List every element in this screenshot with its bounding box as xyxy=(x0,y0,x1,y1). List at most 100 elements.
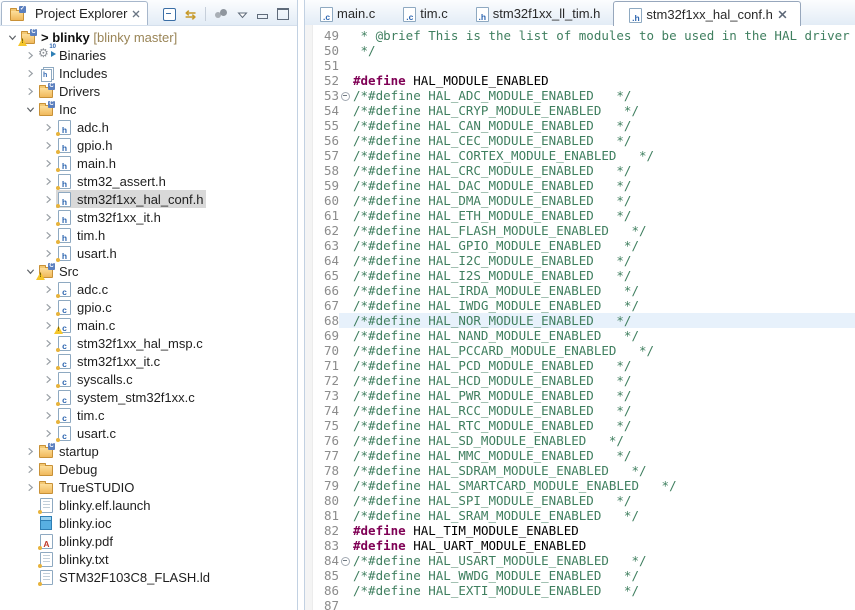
tree-item[interactable]: htim.h xyxy=(0,226,297,244)
fold-minus-icon[interactable] xyxy=(341,92,350,101)
tree-item[interactable]: Cstartup xyxy=(0,442,297,460)
chevron-down-icon[interactable] xyxy=(4,33,20,42)
code-line[interactable]: 51 xyxy=(313,58,855,73)
code-line[interactable]: 87 xyxy=(313,598,855,610)
chevron-right-icon[interactable] xyxy=(22,465,38,474)
fold-minus-icon[interactable] xyxy=(341,557,350,566)
code-line[interactable]: 76/*#define HAL_SD_MODULE_ENABLED */ xyxy=(313,433,855,448)
tree-item[interactable]: csystem_stm32f1xx.c xyxy=(0,388,297,406)
chevron-right-icon[interactable] xyxy=(40,303,56,312)
chevron-right-icon[interactable] xyxy=(40,195,56,204)
code-line[interactable]: 59/*#define HAL_DAC_MODULE_ENABLED */ xyxy=(313,178,855,193)
chevron-down-icon[interactable] xyxy=(22,267,38,276)
code-line[interactable]: 49 * @brief This is the list of modules … xyxy=(313,28,855,43)
code-line[interactable]: 64/*#define HAL_I2C_MODULE_ENABLED */ xyxy=(313,253,855,268)
code-line[interactable]: 75/*#define HAL_RTC_MODULE_ENABLED */ xyxy=(313,418,855,433)
code-line[interactable]: 83#define HAL_UART_MODULE_ENABLED xyxy=(313,538,855,553)
tree-item[interactable]: cstm32f1xx_hal_msp.c xyxy=(0,334,297,352)
chevron-right-icon[interactable] xyxy=(40,213,56,222)
chevron-right-icon[interactable] xyxy=(40,339,56,348)
chevron-down-icon[interactable] xyxy=(22,105,38,114)
tree-item[interactable]: blinky.txt xyxy=(0,550,297,568)
code-line[interactable]: 74/*#define HAL_RCC_MODULE_ENABLED */ xyxy=(313,403,855,418)
code-line[interactable]: 63/*#define HAL_GPIO_MODULE_ENABLED */ xyxy=(313,238,855,253)
code-line[interactable]: 58/*#define HAL_CRC_MODULE_ENABLED */ xyxy=(313,163,855,178)
chevron-right-icon[interactable] xyxy=(40,231,56,240)
tree-item[interactable]: ⚙10Binaries xyxy=(0,46,297,64)
tree-item[interactable]: cmain.c xyxy=(0,316,297,334)
chevron-right-icon[interactable] xyxy=(22,483,38,492)
code-line[interactable]: 78/*#define HAL_SDRAM_MODULE_ENABLED */ xyxy=(313,463,855,478)
tree-item[interactable]: CDrivers xyxy=(0,82,297,100)
chevron-right-icon[interactable] xyxy=(40,177,56,186)
project-explorer-tab[interactable]: ✓ Project Explorer xyxy=(1,1,148,25)
tree-item[interactable]: blinky.elf.launch xyxy=(0,496,297,514)
close-icon[interactable] xyxy=(778,10,787,19)
code-line[interactable]: 60/*#define HAL_DMA_MODULE_ENABLED */ xyxy=(313,193,855,208)
tree-item[interactable]: cstm32f1xx_it.c xyxy=(0,352,297,370)
tree-item[interactable]: CSrc xyxy=(0,262,297,280)
code-line[interactable]: 57/*#define HAL_CORTEX_MODULE_ENABLED */ xyxy=(313,148,855,163)
code-line[interactable]: 54/*#define HAL_CRYP_MODULE_ENABLED */ xyxy=(313,103,855,118)
chevron-right-icon[interactable] xyxy=(40,429,56,438)
tree-item[interactable]: STM32F103C8_FLASH.ld xyxy=(0,568,297,586)
code-line[interactable]: 62/*#define HAL_FLASH_MODULE_ENABLED */ xyxy=(313,223,855,238)
code-line[interactable]: 53/*#define HAL_ADC_MODULE_ENABLED */ xyxy=(313,88,855,103)
chevron-right-icon[interactable] xyxy=(40,285,56,294)
code-line[interactable]: 86/*#define HAL_EXTI_MODULE_ENABLED */ xyxy=(313,583,855,598)
tree-item[interactable]: TrueSTUDIO xyxy=(0,478,297,496)
chevron-right-icon[interactable] xyxy=(40,249,56,258)
code-line[interactable]: 61/*#define HAL_ETH_MODULE_ENABLED */ xyxy=(313,208,855,223)
code-line[interactable]: 80/*#define HAL_SPI_MODULE_ENABLED */ xyxy=(313,493,855,508)
code-line[interactable]: 82#define HAL_TIM_MODULE_ENABLED xyxy=(313,523,855,538)
tree-item[interactable]: csyscalls.c xyxy=(0,370,297,388)
tree-item[interactable]: blinky.ioc xyxy=(0,514,297,532)
tree-item[interactable]: husart.h xyxy=(0,244,297,262)
code-line[interactable]: 50 */ xyxy=(313,43,855,58)
tree-item[interactable]: hstm32f1xx_hal_conf.h xyxy=(0,190,297,208)
chevron-right-icon[interactable] xyxy=(40,321,56,330)
chevron-right-icon[interactable] xyxy=(40,357,56,366)
tree-item[interactable]: cadc.c xyxy=(0,280,297,298)
annotation-ruler[interactable] xyxy=(305,25,313,610)
chevron-right-icon[interactable] xyxy=(40,123,56,132)
code-line[interactable]: 72/*#define HAL_HCD_MODULE_ENABLED */ xyxy=(313,373,855,388)
chevron-right-icon[interactable] xyxy=(22,69,38,78)
tree-item[interactable]: hgpio.h xyxy=(0,136,297,154)
code-editor[interactable]: 49 * @brief This is the list of modules … xyxy=(305,25,855,610)
code-line[interactable]: 77/*#define HAL_MMC_MODULE_ENABLED */ xyxy=(313,448,855,463)
code-line[interactable]: 79/*#define HAL_SMARTCARD_MODULE_ENABLED… xyxy=(313,478,855,493)
chevron-right-icon[interactable] xyxy=(40,141,56,150)
tree-item[interactable]: cgpio.c xyxy=(0,298,297,316)
collapse-all-icon[interactable] xyxy=(163,8,176,21)
code-line[interactable]: 81/*#define HAL_SRAM_MODULE_ENABLED */ xyxy=(313,508,855,523)
chevron-right-icon[interactable] xyxy=(40,411,56,420)
code-line[interactable]: 85/*#define HAL_WWDG_MODULE_ENABLED */ xyxy=(313,568,855,583)
minimize-icon[interactable] xyxy=(257,14,268,19)
code-line[interactable]: 65/*#define HAL_I2S_MODULE_ENABLED */ xyxy=(313,268,855,283)
code-line[interactable]: 70/*#define HAL_PCCARD_MODULE_ENABLED */ xyxy=(313,343,855,358)
chevron-right-icon[interactable] xyxy=(22,447,38,456)
editor-tab[interactable]: .hstm32f1xx_hal_conf.h xyxy=(613,1,800,26)
chevron-right-icon[interactable] xyxy=(22,87,38,96)
tree-item[interactable]: C> blinky [blinky master] xyxy=(0,28,297,46)
code-line[interactable]: 73/*#define HAL_PWR_MODULE_ENABLED */ xyxy=(313,388,855,403)
link-with-editor-icon[interactable]: ⇆ xyxy=(185,8,196,21)
code-line[interactable]: 66/*#define HAL_IRDA_MODULE_ENABLED */ xyxy=(313,283,855,298)
code-line[interactable]: 69/*#define HAL_NAND_MODULE_ENABLED */ xyxy=(313,328,855,343)
view-menu-icon[interactable] xyxy=(237,11,248,19)
tree-item[interactable]: ctim.c xyxy=(0,406,297,424)
tree-item[interactable]: hstm32f1xx_it.h xyxy=(0,208,297,226)
focus-icon[interactable] xyxy=(215,9,228,19)
tree-item[interactable]: Debug xyxy=(0,460,297,478)
code-line[interactable]: 56/*#define HAL_CEC_MODULE_ENABLED */ xyxy=(313,133,855,148)
tree-item[interactable]: hadc.h xyxy=(0,118,297,136)
editor-tab[interactable]: .hstm32f1xx_ll_tim.h xyxy=(461,2,614,25)
chevron-right-icon[interactable] xyxy=(40,375,56,384)
tree-item[interactable]: hstm32_assert.h xyxy=(0,172,297,190)
tree-item[interactable]: hIncludes xyxy=(0,64,297,82)
tree-item[interactable]: CInc xyxy=(0,100,297,118)
close-icon[interactable] xyxy=(132,10,140,18)
code-line[interactable]: 67/*#define HAL_IWDG_MODULE_ENABLED */ xyxy=(313,298,855,313)
code-line[interactable]: 55/*#define HAL_CAN_MODULE_ENABLED */ xyxy=(313,118,855,133)
